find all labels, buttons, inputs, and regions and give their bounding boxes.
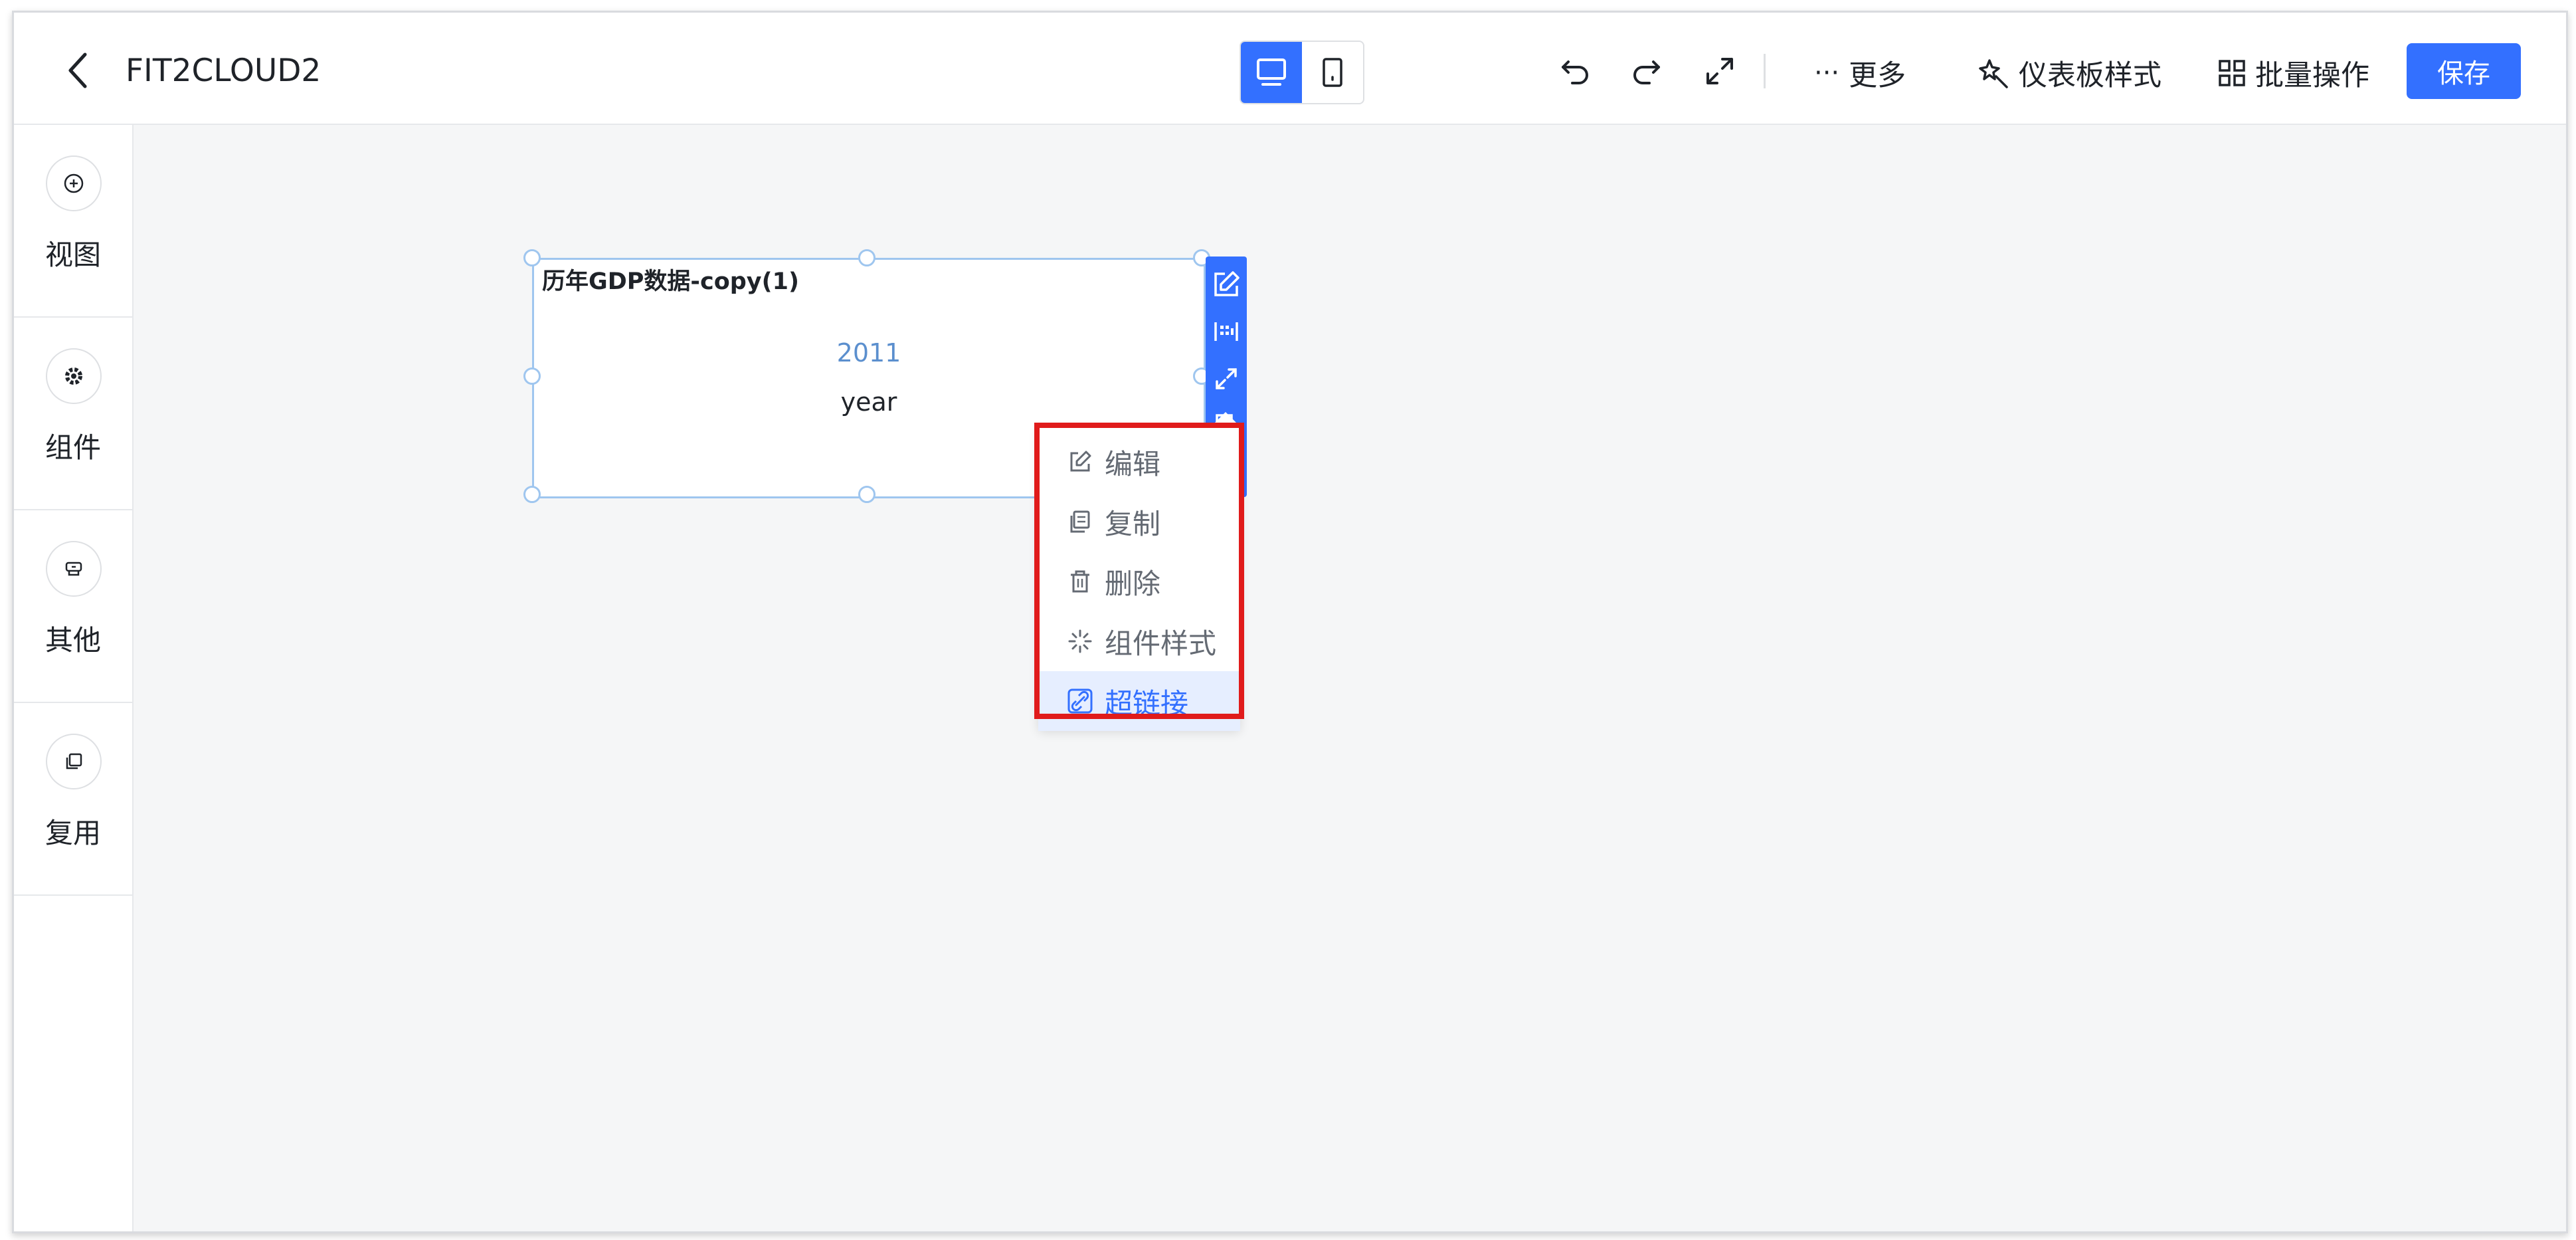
plus-circle-icon (64, 173, 84, 193)
trash-icon (1071, 570, 1089, 593)
filter-grid-icon (1214, 322, 1238, 341)
sidebar-item-other[interactable]: 其他 (14, 510, 132, 703)
grid-icon (2219, 60, 2245, 86)
stamp-icon (65, 562, 82, 576)
menu-icon-wrapper (1065, 447, 1095, 477)
widget-context-menu: 编辑 复制 删除 组件样式 超链接 (1038, 427, 1240, 731)
page-title: FIT2CLOUD2 (126, 52, 322, 89)
menu-item-component-style[interactable]: 组件样式 (1038, 611, 1240, 671)
menu-item-copy[interactable]: 复制 (1038, 492, 1240, 552)
top-bar: FIT2CLOUD2 ··· 更多 仪表板样式 批量操作 保存 (14, 13, 2566, 125)
sidebar-item-icon-wrapper (46, 155, 102, 211)
view-mode-toggle (1240, 41, 1364, 104)
menu-item-hyperlink[interactable]: 超链接 (1038, 671, 1240, 731)
monitor-icon (1257, 58, 1286, 86)
widget-enlarge-button[interactable] (1206, 355, 1247, 402)
menu-item-label: 组件样式 (1105, 627, 1217, 660)
widget-value: 2011 (836, 338, 901, 367)
resize-handle-bottom-left[interactable] (523, 486, 541, 503)
sidebar-item-icon-wrapper (46, 541, 102, 597)
widget-title: 历年GDP数据-copy(1) (542, 268, 799, 295)
copy-icon (1070, 510, 1090, 533)
widget-edit-button[interactable] (1206, 260, 1247, 308)
redo-icon (1633, 60, 1660, 84)
expand-icon (1216, 368, 1237, 389)
mobile-view-button[interactable] (1302, 42, 1363, 103)
desktop-view-button[interactable] (1241, 42, 1302, 103)
menu-icon-wrapper (1065, 626, 1095, 657)
sidebar-item-label: 组件 (45, 431, 101, 464)
menu-icon-wrapper (1065, 566, 1095, 597)
sparkle-icon (1068, 629, 1092, 653)
menu-item-delete[interactable]: 删除 (1038, 552, 1240, 611)
expand-icon (1706, 58, 1733, 84)
menu-item-label: 超链接 (1105, 686, 1189, 720)
edit-icon (1070, 451, 1091, 472)
fullscreen-button[interactable] (1701, 52, 1738, 90)
sidebar-item-view[interactable]: 视图 (14, 125, 132, 318)
sidebar-item-label: 其他 (45, 624, 101, 657)
gear-icon (65, 367, 82, 385)
sidebar-item-label: 视图 (45, 239, 101, 271)
chevron-left-icon (68, 52, 87, 88)
dashboard-canvas[interactable]: 历年GDP数据-copy(1) 2011 year 编辑 复制 删除 组件样式 … (134, 125, 2566, 1231)
menu-item-label: 删除 (1105, 567, 1161, 600)
resize-handle-left[interactable] (523, 367, 541, 385)
resize-handle-top-left[interactable] (523, 249, 541, 266)
phone-icon (1323, 58, 1342, 87)
app-window: FIT2CLOUD2 ··· 更多 仪表板样式 批量操作 保存 视图 组件 其他… (12, 11, 2568, 1233)
back-button[interactable] (55, 47, 102, 94)
sidebar-item-icon-wrapper (46, 734, 102, 789)
menu-item-edit[interactable]: 编辑 (1038, 432, 1240, 492)
resize-handle-top[interactable] (858, 249, 875, 266)
component-sidebar: 视图 组件 其他 复用 (14, 125, 134, 1231)
dashboard-style-button[interactable]: 仪表板样式 (1979, 52, 2162, 94)
sidebar-item-reuse[interactable]: 复用 (14, 703, 132, 896)
menu-item-label: 编辑 (1105, 447, 1161, 480)
menu-item-label: 复制 (1105, 507, 1161, 540)
link-icon (1067, 688, 1093, 714)
resize-handle-bottom[interactable] (858, 486, 875, 503)
toolbar-divider (1764, 54, 1766, 88)
widget-linkage-button[interactable] (1206, 308, 1247, 355)
menu-icon-wrapper (1065, 686, 1095, 716)
undo-button[interactable] (1556, 52, 1594, 90)
widget-label: year (840, 387, 897, 417)
copy-icon (66, 753, 82, 770)
undo-icon (1562, 60, 1588, 84)
save-button[interactable]: 保存 (2407, 43, 2521, 99)
menu-icon-wrapper (1065, 506, 1095, 537)
sidebar-item-icon-wrapper (46, 348, 102, 404)
batch-operation-button[interactable]: 批量操作 (2218, 52, 2369, 94)
redo-button[interactable] (1628, 52, 1665, 90)
edit-icon (1214, 270, 1240, 296)
more-button[interactable]: ··· 更多 (1814, 52, 1906, 94)
ellipsis-icon: ··· (1814, 58, 1840, 88)
sidebar-item-component[interactable]: 组件 (14, 318, 132, 510)
sidebar-item-label: 复用 (45, 817, 101, 849)
menu-arrow (1211, 412, 1240, 427)
magic-wand-icon (1979, 59, 2008, 88)
